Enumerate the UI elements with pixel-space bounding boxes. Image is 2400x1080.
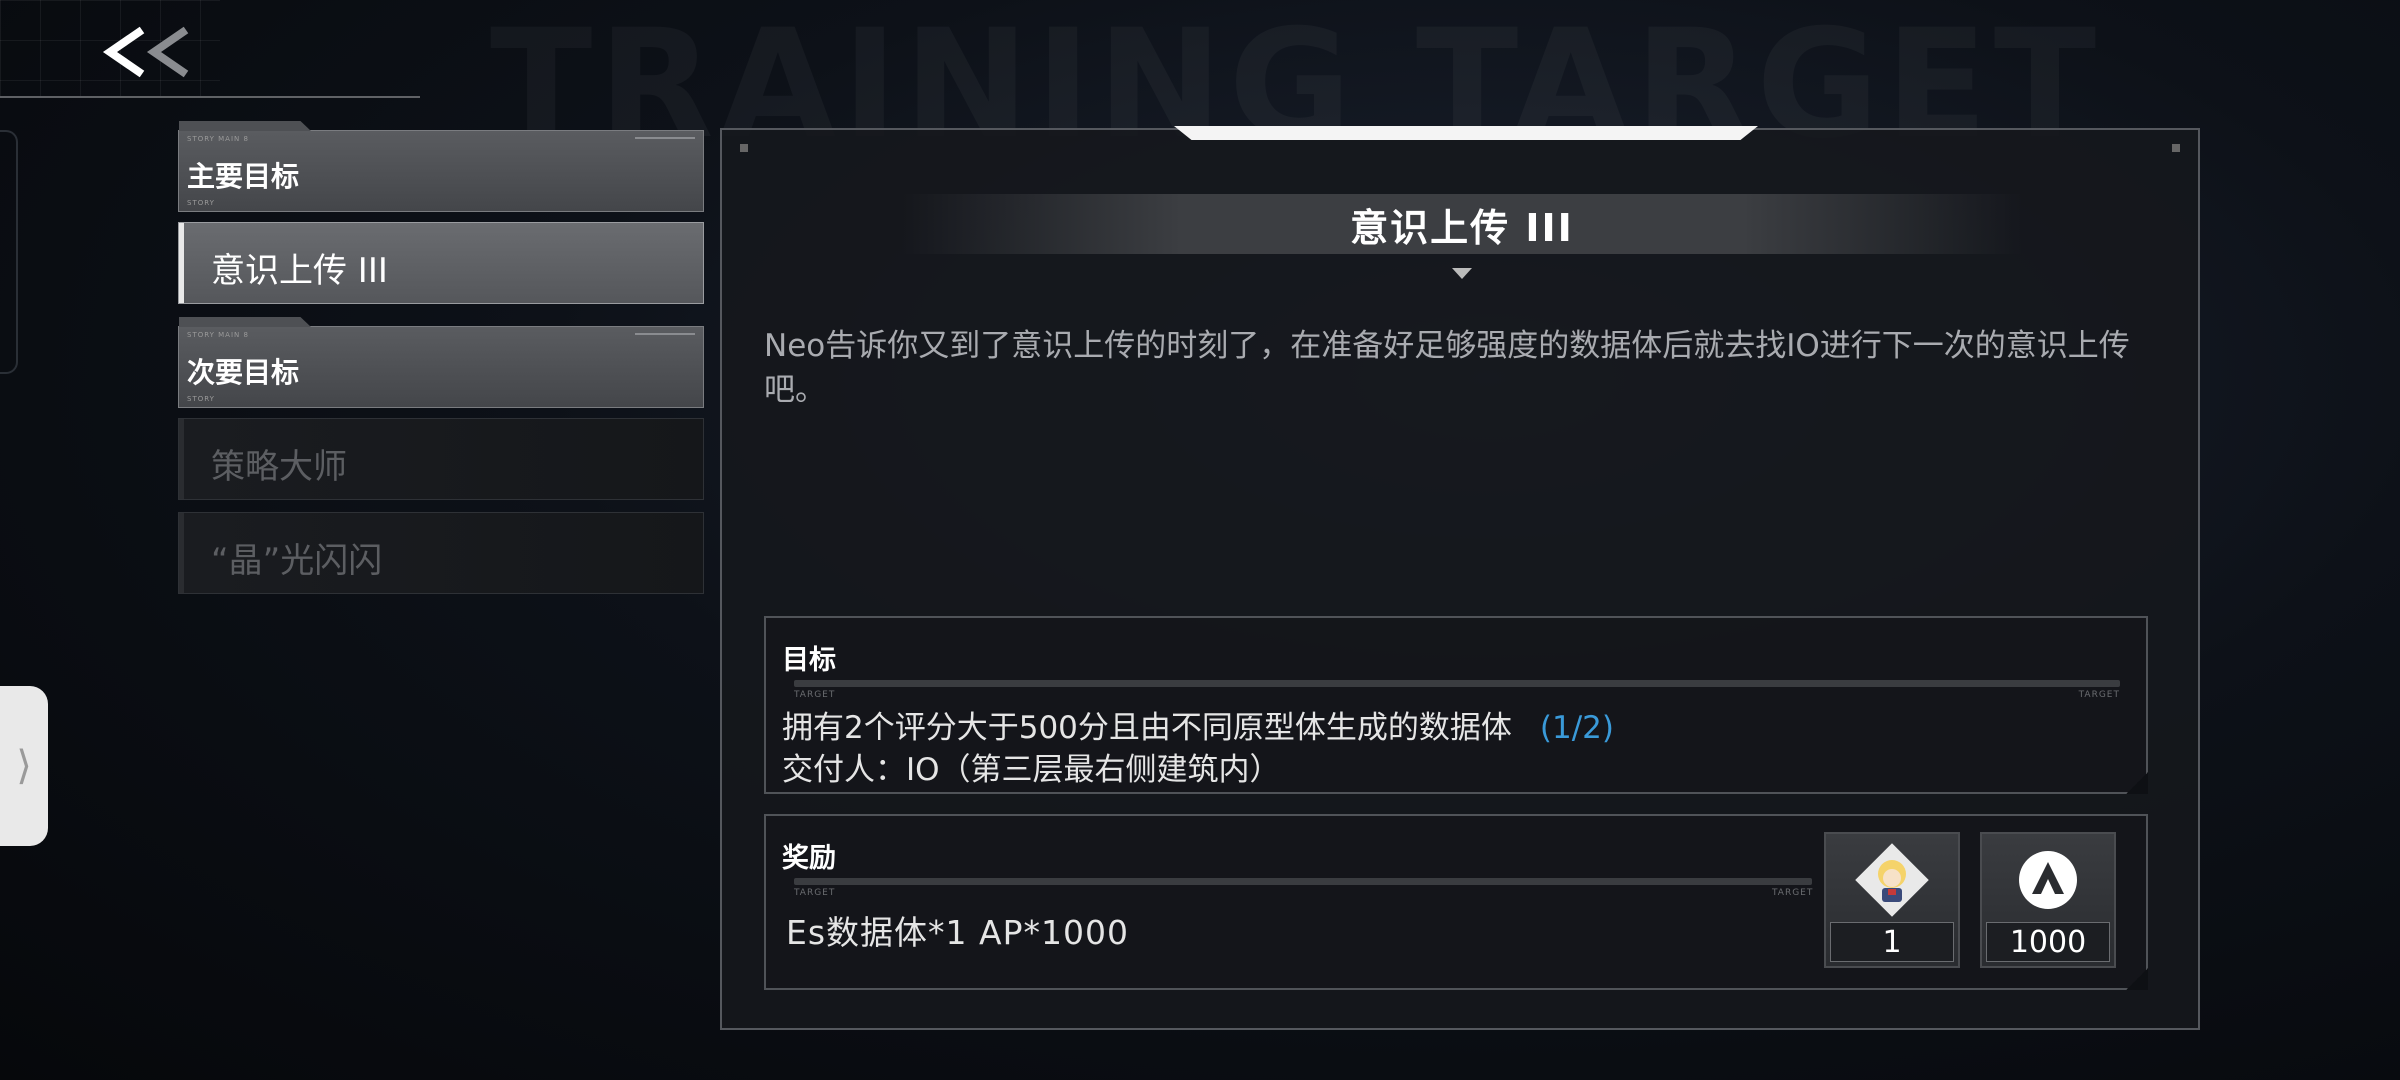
panel-title: 意识上传 III [1350,205,1574,250]
quest-label: 策略大师 [211,447,347,487]
reward-text: Es数据体*1 AP*1000 [786,913,1129,952]
goal-heading: 目标 [782,645,836,676]
goal-requirement: 拥有2个评分大于500分且由不同原型体生成的数据体 (1/2) [782,710,1614,746]
goal-section: 目标 TARGET TARGET 拥有2个评分大于500分且由不同原型体生成的数… [764,616,2148,794]
character-portrait-icon [1855,843,1929,917]
category-label: 次要目标 [187,356,300,389]
double-chevron-left-icon [102,26,189,78]
category-label: 主要目标 [187,160,300,193]
goal-progress: (1/2) [1539,710,1614,746]
category-header-main: STORY MAIN 8 主要目标 STORY [178,121,704,212]
category-header-secondary: STORY MAIN 8 次要目标 STORY [178,317,704,408]
chevron-right-icon: ⟩ [16,743,32,789]
quest-detail-panel: 意识上传 III Neo告诉你又到了意识上传的时刻了，在准备好足够强度的数据体后… [720,126,2200,1030]
caret-down-icon [1452,268,1472,279]
quest-item-consciousness-upload[interactable]: 意识上传 III [178,222,704,304]
reward-heading: 奖励 [782,843,836,874]
reward-count: 1000 [1986,922,2110,962]
reward-section: 奖励 TARGET TARGET Es数据体*1 AP*1000 1 1000 [764,814,2148,990]
quest-label: 意识上传 III [211,251,388,291]
reward-count: 1 [1830,922,1954,962]
reward-item-ap[interactable]: 1000 [1980,832,2116,968]
reward-item-es-data-body[interactable]: 1 [1824,832,1960,968]
panel-title-band: 意识上传 III [902,194,2022,254]
quest-description: Neo告诉你又到了意识上传的时刻了，在准备好足够强度的数据体后就去找IO进行下一… [764,328,2130,408]
back-button[interactable] [100,22,196,82]
goal-deliver-to: 交付人：IO（第三层最右侧建筑内） [782,752,1281,788]
side-drawer-handle[interactable]: ⟩ [0,686,48,846]
ap-logo-icon [2019,851,2077,909]
quest-sidebar: STORY MAIN 8 主要目标 STORY 意识上传 III STORY M… [178,120,704,606]
edge-decoration [0,130,18,374]
quest-label: “晶”光闪闪 [211,541,383,581]
quest-item-strategy-master[interactable]: 策略大师 [178,418,704,500]
panel-top-accent [1174,126,1758,140]
quest-item-crystal-shine[interactable]: “晶”光闪闪 [178,512,704,594]
header-divider [0,96,420,98]
